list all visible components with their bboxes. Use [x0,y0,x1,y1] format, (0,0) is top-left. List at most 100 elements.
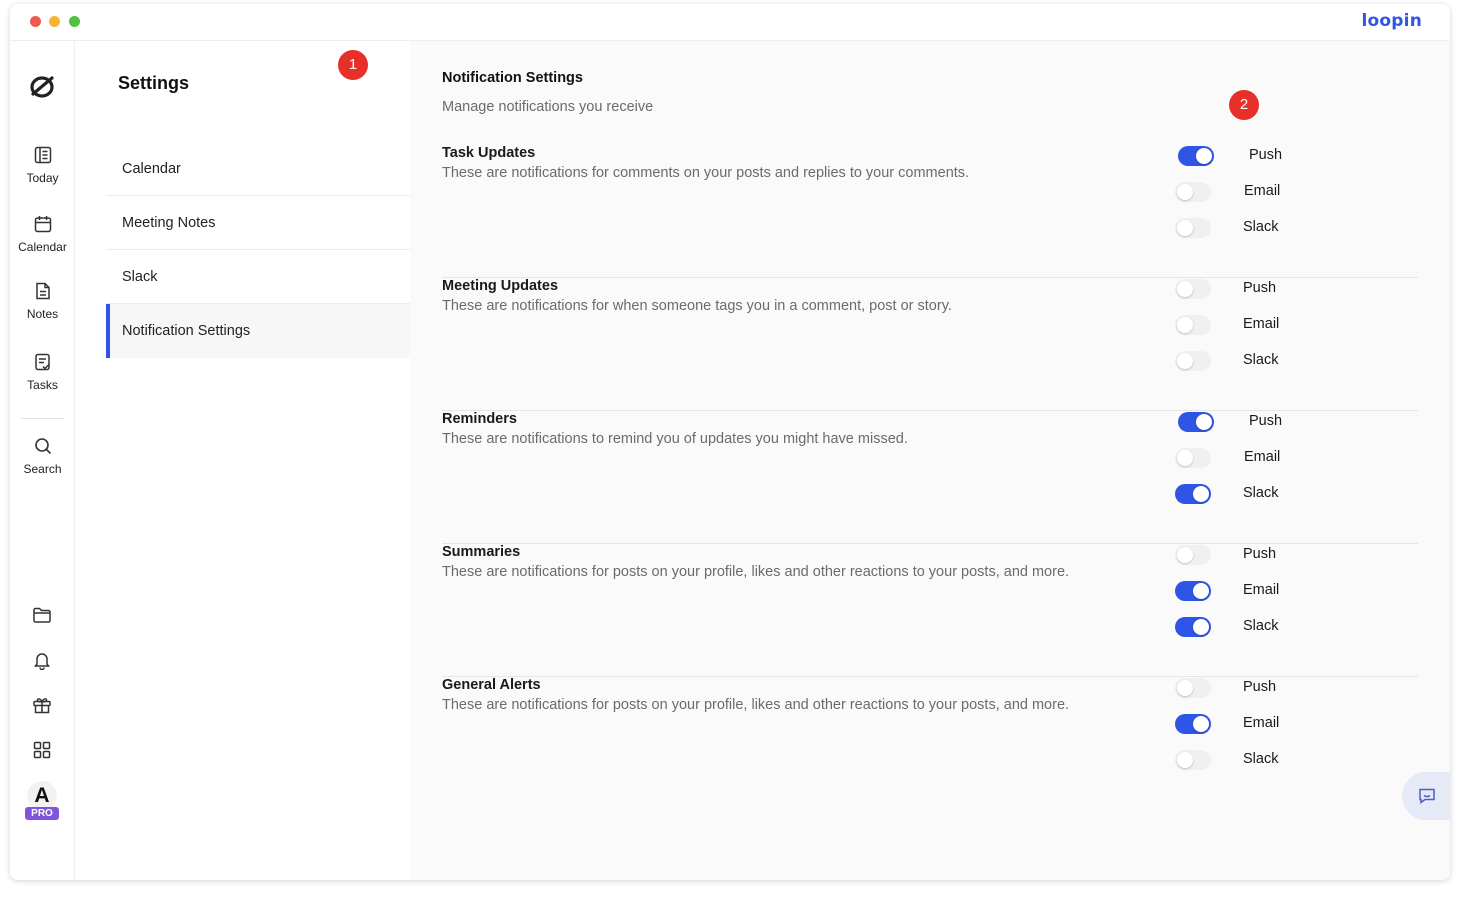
toggle-knob [1177,184,1193,200]
toggle-knob [1193,583,1209,599]
toggle-push[interactable]: Push [1178,145,1298,167]
step-badge-1: 1 [338,50,368,80]
brand-logo: loopin [1361,11,1422,31]
maximize-window-button[interactable] [69,16,80,27]
toggle-knob [1177,680,1193,696]
rail-label: Notes [26,307,59,321]
toggle-label: Push [1243,679,1277,695]
toggle-label: Push [1243,546,1277,562]
notification-section: Meeting Updates These are notifications f… [442,278,1418,411]
chat-button[interactable] [1402,772,1450,820]
section-description: These are notifications to remind you of… [442,431,908,447]
folder-icon[interactable] [32,605,52,625]
toggle-knob [1177,353,1193,369]
toggle-knob [1193,486,1209,502]
app-logo-icon[interactable] [27,71,57,101]
step-badge-2: 2 [1229,90,1259,120]
toggle-label: Slack [1243,618,1279,634]
toggle-switch[interactable] [1178,412,1214,432]
toggle-knob [1177,220,1193,236]
toggle-knob [1193,716,1209,732]
toggle-email[interactable]: Email [1175,713,1295,735]
notification-section: General Alerts These are notifications fo… [442,677,1418,810]
rail-item-search[interactable]: Search [10,437,75,476]
section-description: These are notifications for posts on you… [442,564,1070,580]
toggle-slack[interactable]: Slack [1175,483,1295,505]
settings-menu-item-meeting-notes[interactable]: Meeting Notes [106,196,410,250]
settings-menu-item-calendar[interactable]: Calendar [106,142,410,196]
toggle-switch[interactable] [1175,581,1211,601]
today-icon [34,146,51,164]
notification-section: Reminders These are notifications to remi… [442,411,1418,544]
rail-item-tasks[interactable]: Tasks [10,353,75,392]
toggle-label: Slack [1243,219,1279,235]
toggle-switch[interactable] [1175,714,1211,734]
rail-item-calendar[interactable]: Calendar [10,215,75,254]
settings-menu: Calendar Meeting Notes Slack Notificatio… [106,142,410,358]
toggle-push[interactable]: Push [1175,544,1295,566]
minimize-window-button[interactable] [49,16,60,27]
toggle-label: Slack [1243,751,1279,767]
apps-grid-icon[interactable] [32,740,52,760]
toggle-switch[interactable] [1175,315,1211,335]
toggle-email[interactable]: Email [1175,580,1295,602]
toggle-push[interactable]: Push [1178,411,1298,433]
toggle-label: Email [1244,449,1281,465]
settings-sidebar: Settings 1 Calendar Meeting Notes Slack … [75,41,410,880]
rail-item-notes[interactable]: Notes [10,282,75,321]
close-window-button[interactable] [30,16,41,27]
bell-icon[interactable] [32,650,52,670]
toggle-label: Email [1243,715,1280,731]
toggle-push[interactable]: Push [1175,278,1295,300]
toggle-label: Email [1243,316,1280,332]
toggle-slack[interactable]: Slack [1175,616,1295,638]
section-title: Meeting Updates [442,278,559,294]
toggle-slack[interactable]: Slack [1175,350,1295,372]
toggle-switch[interactable] [1175,545,1211,565]
toggle-knob [1177,281,1193,297]
toggle-switch[interactable] [1175,448,1211,468]
toggle-label: Slack [1243,485,1279,501]
settings-title: Settings [118,73,190,93]
toggle-switch[interactable] [1175,750,1211,770]
toggle-push[interactable]: Push [1175,677,1295,699]
toggle-switch[interactable] [1175,182,1211,202]
toggle-email[interactable]: Email [1175,181,1295,203]
toggle-email[interactable]: Email [1175,314,1295,336]
toggle-email[interactable]: Email [1175,447,1295,469]
rail-item-today[interactable]: Today [10,146,75,185]
search-icon [34,438,51,455]
rail-label: Today [26,171,59,185]
toggle-slack[interactable]: Slack [1175,749,1295,771]
user-avatar[interactable]: A PRO [25,781,59,825]
toggle-switch[interactable] [1175,218,1211,238]
icon-rail: Today Calendar Notes Tasks Search A PRO [10,41,75,880]
toggle-label: Email [1243,582,1280,598]
toggle-switch[interactable] [1175,617,1211,637]
settings-menu-item-notification-settings[interactable]: Notification Settings [106,304,410,358]
toggle-switch[interactable] [1175,351,1211,371]
section-title: General Alerts [442,677,541,693]
notification-settings-panel: Notification Settings Manage notificatio… [410,41,1450,880]
section-description: These are notifications for when someone… [442,298,952,314]
calendar-icon [34,216,51,233]
rail-label: Search [23,462,62,476]
toggle-switch[interactable] [1175,484,1211,504]
chat-icon [1419,788,1435,804]
section-title: Task Updates [442,145,536,161]
gift-icon[interactable] [32,695,52,715]
toggle-slack[interactable]: Slack [1175,217,1295,239]
toggle-switch[interactable] [1178,146,1214,166]
toggle-label: Slack [1243,352,1279,368]
settings-menu-item-slack[interactable]: Slack [106,250,410,304]
toggle-switch[interactable] [1175,279,1211,299]
notification-section: Summaries These are notifications for pos… [442,544,1418,677]
rail-label: Tasks [27,378,58,392]
toggle-label: Push [1249,147,1283,163]
toggle-switch[interactable] [1175,678,1211,698]
rail-label: Calendar [18,240,67,254]
app-window: loopin Today Calendar Notes Tasks Search… [10,4,1450,880]
toggle-knob [1177,317,1193,333]
toggle-knob [1196,414,1212,430]
section-title: Summaries [442,544,521,560]
